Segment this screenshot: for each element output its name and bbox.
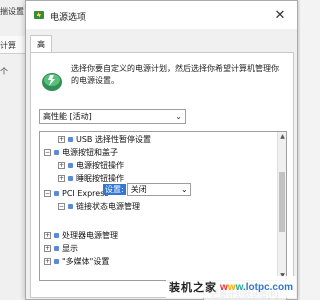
expand-toggle-icon[interactable]: + (44, 245, 51, 252)
tree-item-display[interactable]: + 显示 (44, 243, 78, 254)
background-window-tab[interactable]: 计算 (0, 40, 16, 51)
tree-item-label: 链接状态电源管理 (76, 202, 140, 211)
advanced-settings-panel: 选择你要自定义的电源计划，然后选择你希望计算机管理你的电源设置。 高性能 [活动… (30, 52, 294, 300)
setting-value: 关闭 (130, 185, 147, 194)
tree-item-label: 睡眠按钮操作 (76, 174, 124, 183)
background-window-text: 个 (0, 67, 8, 76)
setting-value-select[interactable]: 关闭 ⌄ (126, 183, 191, 196)
power-plan-select[interactable]: 高性能 [活动] ⌄ (39, 109, 186, 124)
setting-icon (68, 176, 73, 181)
expand-toggle-icon[interactable]: + (58, 175, 65, 182)
tree-item-power-button-action[interactable]: + 电源按钮操作 (58, 160, 124, 171)
setting-icon (54, 259, 59, 264)
expand-toggle-icon[interactable]: + (44, 232, 51, 239)
expand-toggle-icon[interactable]: + (58, 162, 65, 169)
tree-item-multimedia-settings[interactable]: + "多媒体"设置 (44, 256, 109, 267)
dialog-titlebar: 电源选项 ✕ (26, 1, 297, 29)
tree-scrollbar[interactable]: ▲ ▼ (277, 132, 286, 280)
setting-value-row: 设置: 关闭 ⌄ (103, 183, 191, 196)
tree-item-usb-selective-suspend[interactable]: + USB 选择性暂停设置 (58, 134, 151, 145)
watermark-url-part: w (235, 281, 243, 293)
close-button[interactable]: ✕ (263, 1, 297, 29)
setting-icon (54, 233, 59, 238)
collapse-toggle-icon[interactable]: − (44, 149, 51, 156)
tree-item-link-state-power-management[interactable]: − 链接状态电源管理 (58, 201, 140, 212)
expand-toggle-icon[interactable]: + (58, 136, 65, 143)
scroll-up-arrow-icon[interactable]: ▲ (278, 132, 286, 141)
setting-icon (68, 137, 73, 142)
setting-label: 设置: (103, 184, 126, 195)
tree-item-label: 电源按钮和盖子 (62, 148, 118, 157)
power-options-dialog: 电源选项 ✕ 高级设置 选择你要自定义的电源计划，然后选择你希望计算机管理你的电… (25, 0, 298, 300)
settings-tree[interactable]: + USB 选择性暂停设置 − 电源按钮和盖子 + 电源按钮操作 + 睡眠按钮操作 − P… (39, 131, 287, 281)
collapse-toggle-icon[interactable]: − (44, 190, 51, 197)
chevron-down-icon: ⌄ (175, 112, 182, 121)
power-plan-icon (42, 73, 62, 91)
intro-text: 选择你要自定义的电源计划，然后选择你希望计算机管理你的电源设置。 (71, 64, 279, 85)
power-plan-select-value: 高性能 [活动] (43, 112, 92, 121)
setting-icon (54, 191, 59, 196)
setting-icon (54, 246, 59, 251)
tree-item-label: 显示 (62, 244, 78, 253)
background-window: 揣设置 计算 个 (0, 0, 26, 300)
setting-icon (54, 150, 59, 155)
watermark-url-part: w (227, 281, 236, 293)
tree-item-processor-power-management[interactable]: + 处理器电源管理 (44, 230, 118, 241)
tab-advanced-settings[interactable]: 高级设置 (30, 35, 52, 100)
dialog-title: 电源选项 (50, 13, 87, 23)
watermark-url-part: w (220, 281, 228, 293)
tree-item-label: PCI Express (62, 189, 109, 198)
expand-toggle-icon[interactable]: + (44, 258, 51, 265)
chevron-down-icon: ⌄ (181, 185, 188, 194)
screen: 揣设置 计算 个 电源选项 ✕ 高级设置 选择你要自定义的电源计划，然后选择你希… (0, 0, 300, 300)
tree-item-pci-express[interactable]: − PCI Express (44, 188, 109, 199)
watermark-url: www.lotpc.com (220, 282, 293, 293)
tree-item-label: "多媒体"设置 (62, 257, 110, 266)
background-window-title: 揣设置 (0, 7, 24, 16)
collapse-toggle-icon[interactable]: − (58, 203, 65, 210)
tree-item-label: 电源按钮操作 (76, 161, 124, 170)
scrollbar-thumb[interactable] (279, 172, 285, 232)
watermark: 装机之家 www.lotpc.com (166, 276, 296, 298)
tree-item-label: USB 选择性暂停设置 (76, 135, 151, 144)
setting-icon (68, 204, 73, 209)
watermark-text: 装机之家 (169, 281, 217, 294)
power-options-icon (34, 11, 44, 19)
tree-item-label: 处理器电源管理 (62, 231, 118, 240)
setting-icon (68, 163, 73, 168)
watermark-url-part: .lotpc.com (242, 281, 293, 293)
tree-item-power-buttons-lid[interactable]: − 电源按钮和盖子 (44, 147, 118, 158)
